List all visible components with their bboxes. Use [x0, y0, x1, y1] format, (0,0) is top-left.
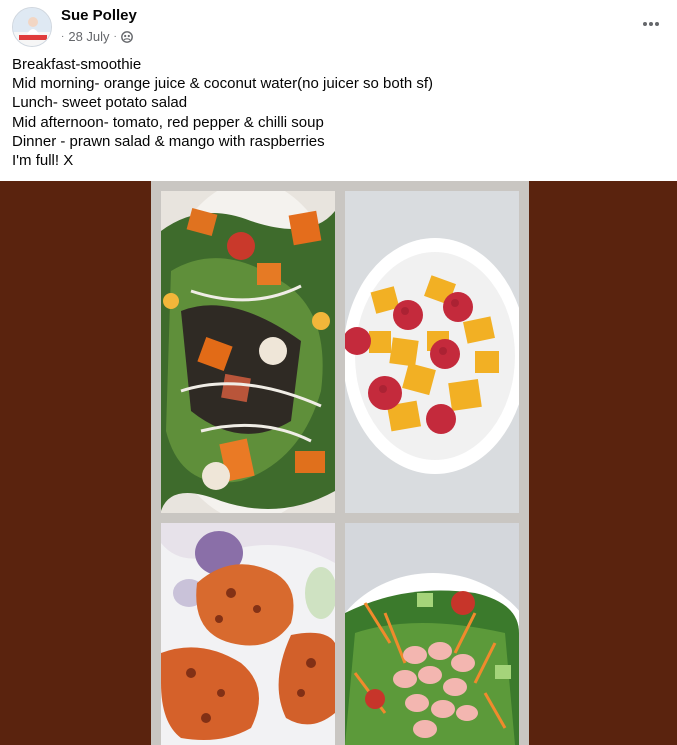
post-line: Dinner - prawn salad & mango with raspbe… [12, 132, 325, 150]
post-date[interactable]: 28 July [68, 29, 109, 44]
post-meta: · 28 July · [61, 29, 133, 44]
photo-prawn-salad[interactable] [345, 523, 519, 745]
more-icon [643, 22, 659, 26]
photo-sweet-potato-salad[interactable] [161, 191, 335, 513]
photo-container[interactable] [0, 181, 677, 745]
post-line: Mid afternoon- tomato, red pepper & chil… [12, 113, 324, 131]
meta-separator: · [113, 31, 117, 42]
photo-collage[interactable] [151, 181, 529, 745]
post-line: Mid morning- orange juice & coconut wate… [12, 75, 434, 93]
post-line: I'm full! X [12, 152, 74, 170]
photo-sweet-potato-fritters[interactable] [161, 523, 335, 745]
more-options-button[interactable] [639, 12, 663, 36]
author-name[interactable]: Sue Polley [61, 7, 137, 24]
meta-separator: · [61, 31, 65, 42]
avatar[interactable] [12, 7, 52, 47]
post-header: Sue Polley · 28 July · [0, 0, 677, 56]
post-line: Breakfast-smoothie [12, 56, 142, 73]
friends-icon[interactable] [120, 30, 133, 43]
photo-mango-raspberries-bowl[interactable] [345, 191, 519, 513]
post-text: Breakfast-smoothie Mid morning- orange j… [12, 55, 662, 170]
facebook-post: Sue Polley · 28 July · Breakfast-smoothi… [0, 0, 677, 745]
post-line: Lunch- sweet potato salad [12, 94, 188, 112]
